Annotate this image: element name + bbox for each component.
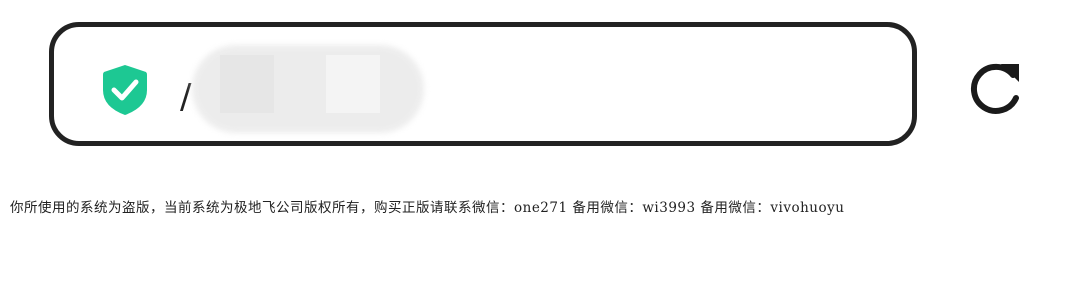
url-obscured-block: [326, 55, 380, 113]
url-obscured-block: [220, 55, 274, 113]
piracy-notice: 你所使用的系统为盗版，当前系统为极地飞公司版权所有，购买正版请联系微信：one2…: [10, 200, 845, 216]
address-bar[interactable]: /: [49, 22, 917, 146]
reload-icon[interactable]: [965, 58, 1025, 118]
url-text[interactable]: /: [180, 72, 191, 122]
shield-check-icon: [103, 65, 147, 115]
